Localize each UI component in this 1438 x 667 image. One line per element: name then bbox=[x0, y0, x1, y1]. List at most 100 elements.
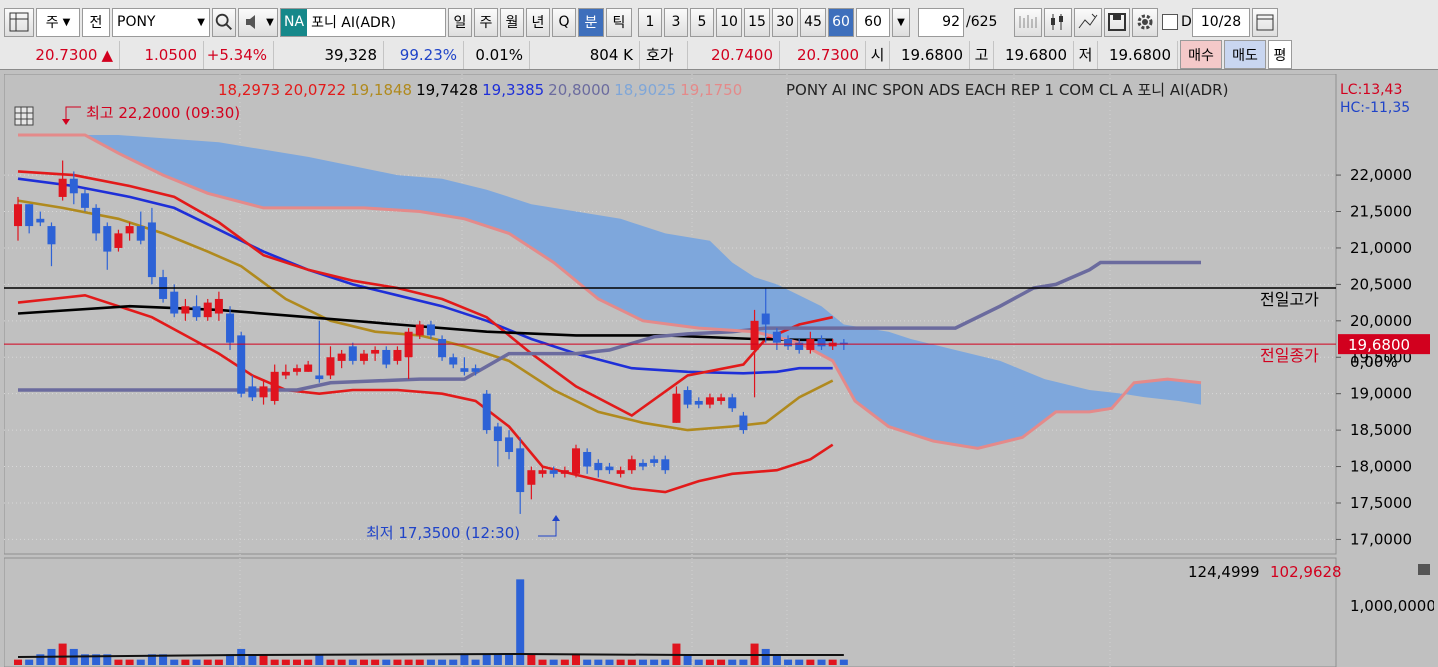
candle bbox=[705, 397, 714, 405]
volume-bar bbox=[471, 659, 480, 665]
interval-input[interactable]: 60 bbox=[856, 7, 890, 37]
price-value: 20.7300 bbox=[35, 45, 98, 64]
candle bbox=[761, 313, 770, 325]
chevron-down-icon[interactable]: ▼ bbox=[892, 7, 910, 37]
chevron-down-icon[interactable]: ▼ bbox=[197, 17, 205, 28]
volume-bar bbox=[806, 659, 815, 665]
daily-checkbox-label: D bbox=[1181, 14, 1192, 30]
interval-button-10[interactable]: 10 bbox=[716, 7, 742, 37]
price-axis-tick: 18,0000 bbox=[1350, 458, 1412, 476]
candle bbox=[181, 306, 190, 314]
ratio-percent: 99.23% bbox=[384, 40, 464, 69]
search-icon[interactable] bbox=[212, 7, 236, 37]
period-button-quarter[interactable]: Q bbox=[552, 7, 576, 37]
grid-toggle-icon[interactable] bbox=[14, 106, 34, 126]
chart-menu-icon[interactable] bbox=[4, 7, 34, 37]
calendar-icon[interactable] bbox=[1252, 7, 1278, 37]
stock-name-field[interactable]: NA 포니 AI(ADR) bbox=[280, 7, 446, 37]
volume-panel-close-icon[interactable] bbox=[1418, 564, 1430, 575]
save-icon[interactable] bbox=[1104, 7, 1130, 37]
current-price-tag-text: 19,6800 bbox=[1348, 336, 1410, 354]
volume-bar bbox=[348, 659, 357, 665]
candle bbox=[270, 371, 279, 401]
volume-bar bbox=[449, 659, 458, 665]
price-axis-tick: 18,5000 bbox=[1350, 421, 1412, 439]
price-axis-tick: 20,5000 bbox=[1350, 275, 1412, 293]
period-label: 주 bbox=[45, 15, 59, 31]
interval-button-1[interactable]: 1 bbox=[638, 7, 662, 37]
daily-checkbox[interactable] bbox=[1162, 14, 1178, 30]
volume-bar bbox=[58, 643, 67, 665]
candle bbox=[594, 462, 603, 471]
prev-high-label: 전일고가 bbox=[1260, 290, 1319, 309]
volume-axis-tick: 1,000,0000 bbox=[1350, 597, 1434, 615]
volume-bar bbox=[560, 659, 569, 665]
interval-button-60[interactable]: 60 bbox=[828, 7, 854, 37]
volume-bar bbox=[627, 659, 636, 665]
trade-amount: 804 K bbox=[530, 40, 640, 69]
chart-title: PONY AI INC SPON ADS EACH REP 1 COM CL A… bbox=[786, 81, 1228, 99]
volume-bar bbox=[828, 659, 837, 665]
volume-bar bbox=[426, 659, 435, 665]
sell-button[interactable]: 매도 bbox=[1224, 40, 1266, 69]
candle bbox=[248, 386, 257, 398]
candle bbox=[371, 349, 380, 354]
low-price: 19.6800 bbox=[1098, 40, 1178, 69]
volume-bar bbox=[371, 659, 380, 665]
buy-button[interactable]: 매수 bbox=[1180, 40, 1222, 69]
period-button-tick[interactable]: 틱 bbox=[606, 7, 632, 37]
price-chart[interactable]: 22,000021,500021,000020,500020,000019,50… bbox=[4, 74, 1434, 667]
volume-bar bbox=[382, 659, 391, 665]
ask-price: 20.7400 bbox=[688, 40, 780, 69]
period-button-day[interactable]: 일 bbox=[448, 7, 472, 37]
gear-icon[interactable] bbox=[1132, 7, 1158, 37]
interval-button-5[interactable]: 5 bbox=[690, 7, 714, 37]
interval-button-3[interactable]: 3 bbox=[664, 7, 688, 37]
hc-label: HC:-11,35 bbox=[1340, 100, 1410, 116]
interval-button-15[interactable]: 15 bbox=[744, 7, 770, 37]
type-select[interactable]: 전 bbox=[82, 7, 110, 37]
candle bbox=[326, 357, 335, 376]
candle bbox=[259, 386, 268, 398]
volume-bar bbox=[293, 659, 301, 665]
candle-icon[interactable] bbox=[1044, 7, 1072, 37]
volume-bar bbox=[460, 654, 469, 665]
indicator-value: 19,3385 bbox=[482, 81, 544, 99]
count-input[interactable]: 92 bbox=[918, 7, 964, 37]
candle bbox=[750, 320, 759, 350]
period-select[interactable]: 주 ▼ bbox=[36, 7, 80, 37]
date-input[interactable]: 10/28 bbox=[1192, 7, 1250, 37]
indicator-value: 18,2973 bbox=[218, 81, 280, 99]
volume-bar bbox=[784, 659, 793, 665]
volume-bar bbox=[705, 659, 714, 665]
trend-tool-icon[interactable] bbox=[1074, 7, 1102, 37]
interval-button-45[interactable]: 45 bbox=[800, 7, 826, 37]
candle bbox=[728, 397, 737, 409]
price-axis-tick: 19,0000 bbox=[1350, 385, 1412, 403]
volume-bar bbox=[761, 648, 770, 665]
candle bbox=[14, 204, 22, 227]
candle bbox=[572, 448, 580, 474]
period-button-year[interactable]: 년 bbox=[526, 7, 550, 37]
period-button-minute[interactable]: 분 bbox=[578, 7, 604, 37]
volume-bar bbox=[650, 659, 659, 665]
interval-button-30[interactable]: 30 bbox=[772, 7, 798, 37]
flat-button[interactable]: 평 bbox=[1268, 40, 1292, 69]
period-button-week[interactable]: 주 bbox=[474, 7, 498, 37]
speaker-icon[interactable]: ▼ bbox=[238, 7, 278, 37]
volume-bar bbox=[25, 659, 34, 665]
volume-bar bbox=[136, 659, 145, 665]
candle bbox=[616, 470, 625, 474]
pattern-icon[interactable] bbox=[1014, 7, 1042, 37]
candle bbox=[36, 218, 45, 223]
low-label: 저 bbox=[1074, 40, 1098, 69]
volume-bar bbox=[516, 579, 525, 665]
volume-bar bbox=[404, 659, 413, 665]
hoga-label: 호가 bbox=[640, 40, 688, 69]
candle bbox=[293, 368, 301, 372]
symbol-input[interactable]: PONY ▼ bbox=[112, 7, 210, 37]
volume-bar bbox=[549, 659, 558, 665]
candle bbox=[359, 353, 368, 361]
price-axis-tick: 21,5000 bbox=[1350, 203, 1412, 221]
period-button-month[interactable]: 월 bbox=[500, 7, 524, 37]
